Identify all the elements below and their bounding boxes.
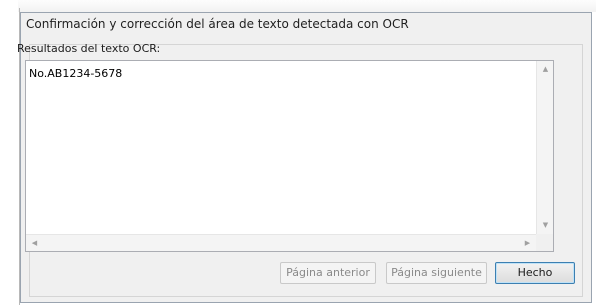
horizontal-scrollbar[interactable]: ◀ ▶ [26, 234, 536, 251]
ocr-results-textarea[interactable]: No.AB1234-5678 ▲ ▼ ◀ ▶ [25, 60, 554, 252]
previous-page-button[interactable]: Página anterior [280, 262, 376, 284]
ocr-results-label: Resultados del texto OCR: [17, 42, 161, 55]
scroll-left-arrow-icon[interactable]: ◀ [26, 235, 43, 252]
background-window-strip [0, 0, 596, 12]
scroll-down-arrow-icon[interactable]: ▼ [537, 217, 554, 234]
vertical-scrollbar[interactable]: ▲ ▼ [536, 61, 553, 234]
scrollbar-corner [536, 234, 553, 251]
dialog-title: Confirmación y corrección del área de te… [26, 17, 409, 31]
ocr-results-text[interactable]: No.AB1234-5678 [29, 67, 122, 80]
done-button[interactable]: Hecho [495, 262, 575, 284]
scroll-right-arrow-icon[interactable]: ▶ [519, 235, 536, 252]
scroll-up-arrow-icon[interactable]: ▲ [537, 61, 554, 78]
background-window-edge [0, 0, 18, 305]
next-page-button[interactable]: Página siguiente [386, 262, 487, 284]
